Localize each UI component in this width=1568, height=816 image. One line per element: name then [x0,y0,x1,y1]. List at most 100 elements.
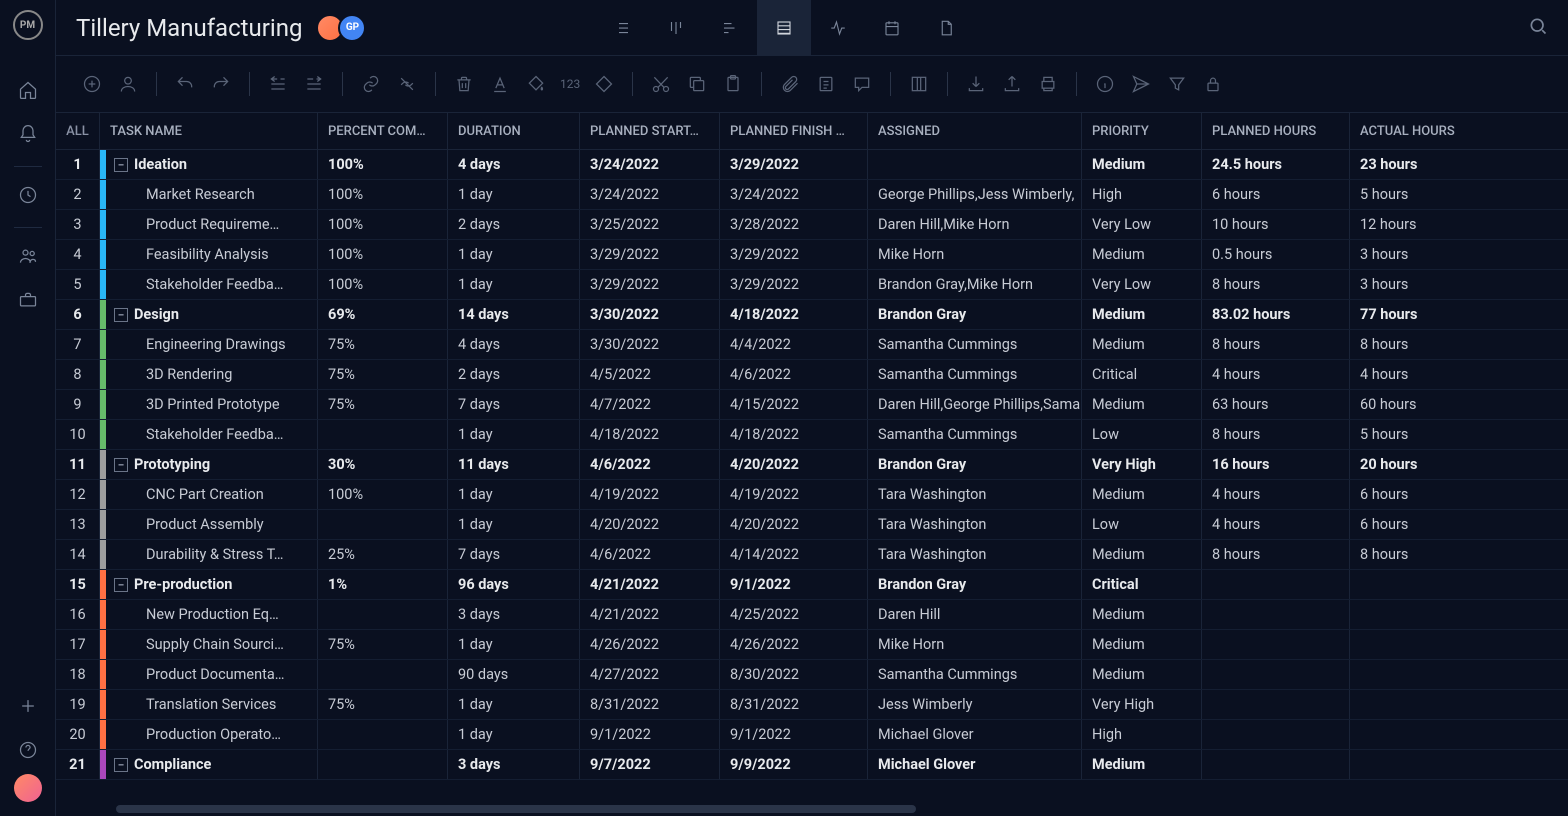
text-color-icon[interactable] [484,68,516,100]
start-cell[interactable]: 3/24/2022 [580,150,720,179]
start-cell[interactable]: 9/7/2022 [580,750,720,779]
priority-cell[interactable]: Very High [1082,690,1202,719]
planned-hours-cell[interactable] [1202,570,1350,599]
duration-cell[interactable]: 1 day [448,240,580,269]
finish-cell[interactable]: 4/18/2022 [720,420,868,449]
start-cell[interactable]: 3/24/2022 [580,180,720,209]
row-number[interactable]: 21 [56,750,100,779]
actual-hours-cell[interactable]: 6 hours [1350,510,1488,539]
task-name-cell[interactable]: Durability & Stress T… [100,540,318,569]
planned-hours-cell[interactable]: 8 hours [1202,270,1350,299]
collapse-icon[interactable]: − [114,158,128,172]
task-name-cell[interactable]: −Prototyping [100,450,318,479]
lock-icon[interactable] [1197,68,1229,100]
priority-cell[interactable]: Critical [1082,570,1202,599]
table-row[interactable]: 14Durability & Stress T…25%7 days4/6/202… [56,540,1568,570]
file-view-icon[interactable] [919,0,973,56]
table-row[interactable]: 19Translation Services75%1 day8/31/20228… [56,690,1568,720]
priority-cell[interactable]: Very High [1082,450,1202,479]
outdent-icon[interactable] [262,68,294,100]
actual-hours-cell[interactable]: 8 hours [1350,540,1488,569]
row-number[interactable]: 18 [56,660,100,689]
task-name-cell[interactable]: Stakeholder Feedba… [100,270,318,299]
collapse-icon[interactable]: − [114,458,128,472]
collapse-icon[interactable]: − [114,758,128,772]
table-row[interactable]: 18Product Documenta…90 days4/27/20228/30… [56,660,1568,690]
task-name-cell[interactable]: Supply Chain Sourci… [100,630,318,659]
percent-cell[interactable] [318,660,448,689]
assigned-cell[interactable]: Brandon Gray [868,300,1082,329]
col-actual-hours[interactable]: ACTUAL HOURS [1350,113,1488,149]
priority-cell[interactable]: Medium [1082,600,1202,629]
table-row[interactable]: 17Supply Chain Sourci…75%1 day4/26/20224… [56,630,1568,660]
percent-cell[interactable] [318,420,448,449]
assigned-cell[interactable]: Daren Hill,Mike Horn [868,210,1082,239]
planned-hours-cell[interactable] [1202,630,1350,659]
finish-cell[interactable]: 9/9/2022 [720,750,868,779]
duration-cell[interactable]: 4 days [448,150,580,179]
duration-cell[interactable]: 14 days [448,300,580,329]
task-grid[interactable]: ALL TASK NAME PERCENT COM… DURATION PLAN… [56,112,1568,802]
indent-icon[interactable] [298,68,330,100]
row-number[interactable]: 7 [56,330,100,359]
start-cell[interactable]: 3/30/2022 [580,300,720,329]
finish-cell[interactable]: 4/19/2022 [720,480,868,509]
col-task-name[interactable]: TASK NAME [100,113,318,149]
row-number[interactable]: 2 [56,180,100,209]
col-duration[interactable]: DURATION [448,113,580,149]
planned-hours-cell[interactable]: 6 hours [1202,180,1350,209]
planned-hours-cell[interactable]: 4 hours [1202,360,1350,389]
priority-cell[interactable]: Medium [1082,300,1202,329]
task-name-cell[interactable]: Engineering Drawings [100,330,318,359]
task-name-cell[interactable]: CNC Part Creation [100,480,318,509]
start-cell[interactable]: 4/20/2022 [580,510,720,539]
actual-hours-cell[interactable] [1350,660,1488,689]
priority-cell[interactable]: Very Low [1082,270,1202,299]
table-row[interactable]: 20Production Operato…1 day9/1/20229/1/20… [56,720,1568,750]
percent-cell[interactable]: 100% [318,150,448,179]
print-icon[interactable] [1032,68,1064,100]
col-assigned[interactable]: ASSIGNED [868,113,1082,149]
finish-cell[interactable]: 4/15/2022 [720,390,868,419]
add-icon[interactable] [76,68,108,100]
finish-cell[interactable]: 3/29/2022 [720,240,868,269]
percent-cell[interactable]: 69% [318,300,448,329]
percent-cell[interactable]: 25% [318,540,448,569]
duration-cell[interactable]: 1 day [448,690,580,719]
finish-cell[interactable]: 3/28/2022 [720,210,868,239]
row-number[interactable]: 9 [56,390,100,419]
actual-hours-cell[interactable]: 60 hours [1350,390,1488,419]
row-number[interactable]: 8 [56,360,100,389]
assigned-cell[interactable]: Jess Wimberly [868,690,1082,719]
actual-hours-cell[interactable] [1350,720,1488,749]
table-row[interactable]: 21−Compliance3 days9/7/20229/9/2022Micha… [56,750,1568,780]
gantt-view-icon[interactable] [703,0,757,56]
planned-hours-cell[interactable]: 63 hours [1202,390,1350,419]
actual-hours-cell[interactable]: 23 hours [1350,150,1488,179]
actual-hours-cell[interactable] [1350,630,1488,659]
assigned-cell[interactable]: George Phillips,Jess Wimberly, [868,180,1082,209]
row-number[interactable]: 4 [56,240,100,269]
table-row[interactable]: 1−Ideation100%4 days3/24/20223/29/2022Me… [56,150,1568,180]
finish-cell[interactable]: 3/29/2022 [720,150,868,179]
duration-cell[interactable]: 3 days [448,600,580,629]
finish-cell[interactable]: 9/1/2022 [720,720,868,749]
table-row[interactable]: 5Stakeholder Feedba…100%1 day3/29/20223/… [56,270,1568,300]
delete-icon[interactable] [448,68,480,100]
milestone-icon[interactable] [588,68,620,100]
task-name-cell[interactable]: Market Research [100,180,318,209]
assign-icon[interactable] [112,68,144,100]
duration-cell[interactable]: 2 days [448,210,580,239]
assigned-cell[interactable]: Brandon Gray,Mike Horn [868,270,1082,299]
task-name-cell[interactable]: Product Assembly [100,510,318,539]
planned-hours-cell[interactable]: 4 hours [1202,510,1350,539]
task-name-cell[interactable]: Feasibility Analysis [100,240,318,269]
actual-hours-cell[interactable]: 4 hours [1350,360,1488,389]
horizontal-scrollbar[interactable] [56,802,1568,816]
filter-icon[interactable] [1161,68,1193,100]
table-row[interactable]: 16New Production Eq…3 days4/21/20224/25/… [56,600,1568,630]
duration-cell[interactable]: 11 days [448,450,580,479]
col-priority[interactable]: PRIORITY [1082,113,1202,149]
number-format[interactable]: 123 [556,77,584,91]
briefcase-icon[interactable] [8,280,48,320]
